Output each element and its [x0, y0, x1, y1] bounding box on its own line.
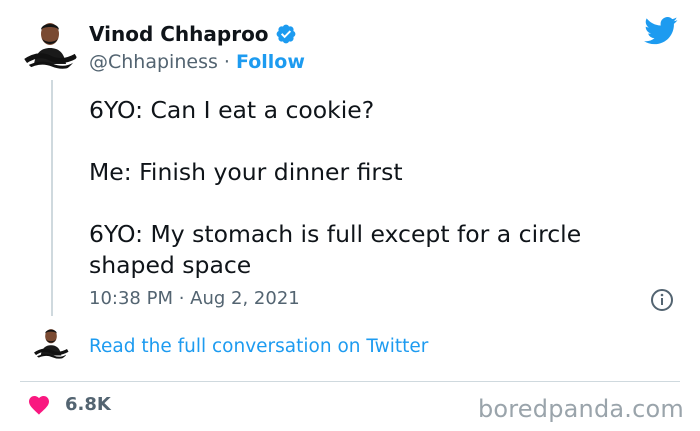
info-icon[interactable] — [650, 288, 674, 312]
twitter-bird-icon[interactable] — [644, 16, 678, 46]
verified-badge-icon — [276, 24, 295, 44]
author-avatar[interactable] — [20, 12, 80, 74]
tweet-line: Me: Finish your dinner first — [89, 158, 403, 186]
tweet-line: 6YO: My stomach is full except for a cir… — [89, 220, 582, 279]
author-handle[interactable]: @Chhapiness — [89, 51, 218, 73]
like-count: 6.8K — [65, 393, 111, 415]
reply-avatar[interactable] — [31, 322, 71, 362]
like-button[interactable]: 6.8K — [27, 393, 111, 415]
watermark: boredpanda.com — [477, 395, 684, 423]
follow-button[interactable]: Follow — [236, 51, 305, 73]
read-full-conversation-link[interactable]: Read the full conversation on Twitter — [89, 336, 428, 357]
avatar-image — [20, 13, 80, 73]
author-name-row[interactable]: Vinod Chhaproo — [89, 22, 297, 46]
tweet-text: 6YO: Can I eat a cookie? Me: Finish your… — [89, 95, 669, 281]
author-name[interactable]: Vinod Chhaproo — [89, 22, 269, 46]
author-handle-row: @Chhapiness · Follow — [89, 51, 305, 73]
thread-connector — [51, 80, 53, 316]
heart-icon[interactable] — [27, 393, 51, 415]
divider — [20, 381, 680, 382]
tweet-timestamp[interactable]: 10:38 PM · Aug 2, 2021 — [89, 288, 300, 309]
avatar-image — [31, 322, 71, 362]
tweet-line: 6YO: Can I eat a cookie? — [89, 96, 375, 124]
handle-separator: · — [223, 51, 230, 73]
